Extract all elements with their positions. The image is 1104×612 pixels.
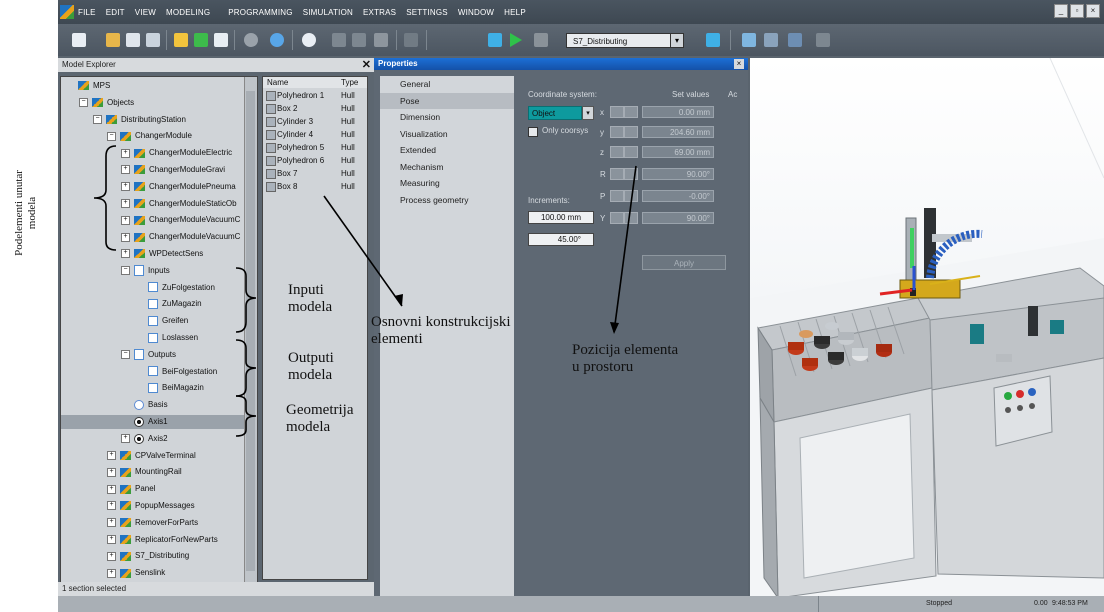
annotation-position: Pozicija elementa u prostoru	[572, 342, 679, 375]
annotation-geometry: Geometrija modela	[286, 402, 354, 435]
annotation-inputs: Inputi modela	[288, 282, 333, 315]
annotation-outputs: Outputi modela	[288, 350, 334, 383]
annotation-basic-elements: Osnovni konstrukcijski elementi	[371, 314, 511, 347]
annotation-lines	[93, 145, 637, 437]
